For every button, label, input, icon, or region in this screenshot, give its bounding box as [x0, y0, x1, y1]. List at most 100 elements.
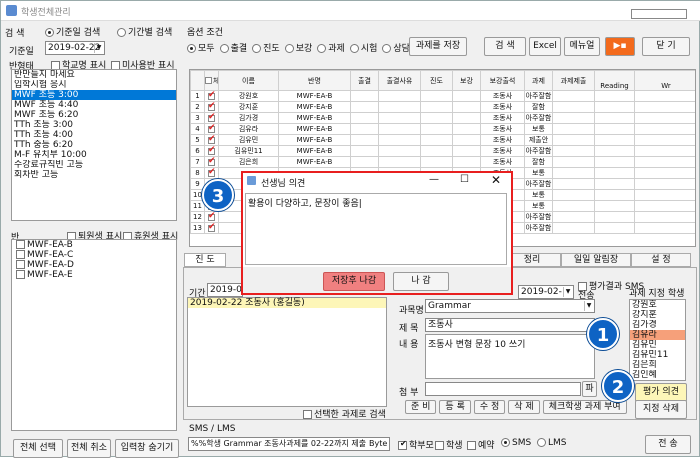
form-button[interactable]: 수 정 — [473, 400, 506, 414]
assigned-students-list[interactable]: 강원호 강지훈 김가경 김유라 김유민 김유민11 김은희 김인혜 — [629, 299, 686, 381]
tab-settings[interactable]: 설 정 — [631, 253, 691, 267]
table-row[interactable]: 6 김유민11MWF-EA-B 조동사아주잘함 — [190, 145, 695, 157]
content-textarea[interactable]: 조동사 변형 문장 10 쓰기 — [425, 334, 595, 379]
class-list-item[interactable]: TTh 중등 6:20 — [12, 140, 176, 150]
option-radio[interactable]: 보강 — [284, 41, 312, 54]
row-checkbox[interactable] — [204, 222, 219, 234]
row-checkbox[interactable] — [204, 123, 219, 135]
row-checkbox[interactable] — [204, 101, 219, 113]
row-checkbox[interactable] — [204, 90, 219, 102]
class-list-item[interactable]: 입학시험 응시 — [12, 80, 176, 90]
assigned-student[interactable]: 김유라 — [630, 330, 685, 340]
class-checkbox-item[interactable]: MWF-EA-D — [12, 260, 176, 270]
period-end-select[interactable]: 2019-02-15▼ — [518, 285, 574, 309]
history-list[interactable]: 2019-02-22 조동사 (홍길동) — [187, 297, 387, 407]
radio-lms[interactable]: LMS — [537, 438, 567, 448]
video-icon[interactable]: ▶▪ — [605, 37, 635, 56]
date-select[interactable]: 2019-02-22 ▼ — [45, 41, 105, 55]
save-and-exit-button[interactable]: 저장후 나감 — [323, 272, 385, 291]
grid-header[interactable]: 출결 — [350, 70, 379, 91]
class-list-item[interactable]: M-F 유치부 10:00 — [12, 150, 176, 160]
row-checkbox[interactable] — [204, 134, 219, 146]
class-list-item[interactable]: TTh 초등 3:00 — [12, 120, 176, 130]
table-row[interactable]: 2 강지훈MWF-EA-B 조동사잘함 — [190, 101, 695, 113]
row-checkbox[interactable] — [204, 145, 219, 157]
chk-reserve[interactable]: 예약 — [467, 438, 495, 451]
form-button[interactable]: 체크학생 과제 부여 — [542, 400, 627, 414]
search-button[interactable]: 검 색 — [484, 37, 526, 56]
grid-header[interactable]: 출결사유 — [378, 70, 421, 91]
form-button[interactable]: 삭 제 — [508, 400, 540, 414]
class-checkbox-item[interactable]: MWF-EA-E — [12, 270, 176, 280]
class-checkbox-item[interactable]: MWF-EA-B — [12, 240, 176, 250]
option-radio[interactable]: 진도 — [252, 41, 280, 54]
select-all-button[interactable]: 전체 선택 — [13, 439, 63, 458]
class-checklist[interactable]: MWF-EA-B MWF-EA-C MWF-EA-D MWF-EA-E — [11, 239, 177, 431]
title-input[interactable]: 조동사 — [425, 318, 595, 332]
subject-select[interactable]: Grammar ▼ — [425, 299, 595, 313]
tab-progress[interactable]: 진 도 — [184, 253, 226, 267]
grid-header[interactable]: Reading — [594, 70, 635, 91]
sms-text[interactable]: %%학생 Grammar 조동사과제를 02-22까지 제출 — [188, 437, 390, 451]
form-button[interactable]: 등 록 — [439, 400, 471, 414]
class-list-item[interactable]: 수강료규칙빈 고등 — [12, 160, 176, 170]
class-list-item[interactable]: 반만들지 마세요 — [12, 70, 176, 80]
exit-button[interactable]: 나 감 — [393, 272, 449, 291]
grid-header[interactable]: 보강 — [452, 70, 481, 91]
option-radio[interactable]: 상담 — [382, 41, 410, 54]
table-row[interactable]: 3 김가경MWF-EA-B 조동사아주잘함 — [190, 112, 695, 124]
send-button[interactable]: 전 송 — [645, 435, 691, 454]
option-radio[interactable]: 출결 — [219, 41, 247, 54]
class-list-item[interactable]: MWF 초등 4:40 — [12, 100, 176, 110]
assigned-student[interactable]: 김가경 — [630, 320, 685, 330]
row-checkbox[interactable] — [204, 156, 219, 168]
assigned-student[interactable]: 김유민 — [630, 340, 685, 350]
chk-parent[interactable]: ✔ 학부모 — [398, 438, 434, 451]
save-assignment-button[interactable]: 과제를 저장 — [409, 37, 467, 56]
delete-assignment-button[interactable]: 지정 삭제 — [635, 400, 687, 419]
assigned-student[interactable]: 김은희 — [630, 360, 685, 370]
tab-daily-notice[interactable]: 일일 알림장 — [561, 253, 631, 267]
grid-header[interactable]: 보강출석 — [480, 70, 525, 91]
option-radio[interactable]: 과제 — [317, 41, 345, 54]
maximize-icon[interactable]: ☐ — [460, 174, 469, 185]
grid-header[interactable]: 과제제출 — [552, 70, 595, 91]
radio-period-search[interactable]: 기간별 검색 — [117, 25, 172, 38]
grid-header[interactable]: 진도 — [420, 70, 453, 91]
radio-sms[interactable]: SMS — [501, 438, 531, 448]
assigned-student[interactable]: 김유민11 — [630, 350, 685, 360]
assigned-student[interactable]: 강지훈 — [630, 310, 685, 320]
class-list[interactable]: 반만들지 마세요 입학시험 응시 MWF 초등 3:00 MWF 초등 4:40 MWF… — [11, 69, 177, 221]
assigned-student[interactable]: 강원호 — [630, 300, 685, 310]
chk-student[interactable]: 학생 — [435, 438, 463, 451]
opinion-textarea[interactable]: 활용이 다양하고, 문장이 좋음| — [245, 193, 507, 265]
table-row[interactable]: 7 김은희MWF-EA-B 조동사잘함 — [190, 156, 695, 168]
attach-input[interactable] — [425, 382, 581, 396]
grid-header[interactable]: Wr — [634, 70, 695, 91]
class-list-item[interactable]: TTh 초등 4:00 — [12, 130, 176, 140]
option-radio[interactable]: 모두 — [187, 41, 215, 54]
class-list-item[interactable]: MWF 초등 6:20 — [12, 110, 176, 120]
table-row[interactable]: 1 강원호MWF-EA-B 조동사아주잘함 — [190, 90, 695, 102]
top-search-input[interactable] — [631, 9, 687, 19]
class-checkbox-item[interactable]: MWF-EA-C — [12, 250, 176, 260]
table-row[interactable]: 4 김유라MWF-EA-B 조동사보통 — [190, 123, 695, 135]
close-icon[interactable]: ✕ — [491, 173, 501, 187]
cancel-all-button[interactable]: 전체 취소 — [67, 439, 111, 458]
manual-button[interactable]: 메뉴얼 — [564, 37, 600, 56]
option-radio[interactable]: 시험 — [349, 41, 377, 54]
radio-date-search[interactable]: 기준일 검색 — [45, 25, 100, 38]
class-list-item[interactable]: 회차반 고등 — [12, 170, 176, 180]
table-row[interactable]: 5 김유민MWF-EA-B 조동사제출안 — [190, 134, 695, 146]
row-checkbox[interactable] — [204, 211, 219, 223]
period-start-select[interactable]: 2019-0 — [207, 283, 243, 297]
hide-input-button[interactable]: 입력창 숨기기 — [115, 439, 179, 458]
assigned-student[interactable]: 김인혜 — [630, 370, 685, 380]
close-button[interactable]: 닫 기 — [642, 37, 690, 56]
grid-header-check[interactable]: 체크 — [204, 70, 219, 91]
row-checkbox[interactable] — [204, 112, 219, 124]
form-button[interactable]: 준 비 — [405, 400, 437, 414]
minimize-icon[interactable]: — — [429, 174, 439, 185]
grid-header[interactable]: 반명 — [278, 70, 351, 91]
attach-button[interactable]: 파 — [582, 381, 597, 397]
